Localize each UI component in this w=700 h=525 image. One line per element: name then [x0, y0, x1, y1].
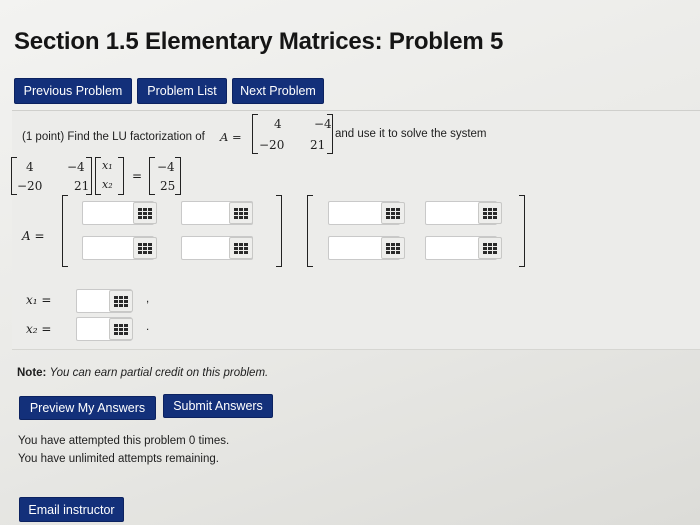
vector-x-left-bracket	[95, 157, 101, 195]
vector-b1: −4	[157, 160, 175, 174]
matrix-a-21: −20	[259, 138, 285, 152]
vector-x1: x₁	[102, 159, 113, 172]
vector-b-right-bracket	[175, 157, 181, 195]
matrix-a-right-bracket	[327, 114, 333, 154]
page-title: Section 1.5 Elementary Matrices: Problem…	[14, 28, 504, 55]
x2-label: x₂ =	[26, 322, 52, 336]
x1-comma: ,	[146, 293, 150, 305]
l-11-matrix-icon[interactable]	[133, 202, 157, 224]
system-matrix-21: −20	[17, 179, 43, 193]
x2-matrix-icon[interactable]	[109, 318, 133, 340]
l-21-matrix-icon[interactable]	[133, 237, 157, 259]
vector-x-right-bracket	[118, 157, 124, 195]
matrix-a-label: A =	[220, 130, 242, 144]
note: Note: You can earn partial credit on thi…	[17, 367, 268, 379]
system-matrix-right-bracket	[86, 157, 92, 195]
email-instructor-button[interactable]: Email instructor	[19, 497, 124, 522]
problem-intro: (1 point) Find the LU factorization of	[22, 131, 205, 143]
u-22-matrix-icon[interactable]	[478, 237, 502, 259]
vector-x2: x₂	[102, 178, 113, 191]
l-22-matrix-icon[interactable]	[229, 237, 253, 259]
l-matrix-right-bracket	[276, 195, 282, 267]
u-matrix-right-bracket	[519, 195, 525, 267]
system-matrix-11: 4	[26, 160, 34, 174]
note-text: You can earn partial credit on this prob…	[49, 367, 269, 379]
u-11-matrix-icon[interactable]	[381, 202, 405, 224]
u-12-matrix-icon[interactable]	[478, 202, 502, 224]
preview-answers-button[interactable]: Preview My Answers	[19, 396, 156, 420]
note-label: Note:	[17, 367, 47, 379]
x2-period: .	[146, 321, 150, 333]
matrix-a-22: 21	[310, 138, 326, 152]
remaining-status: You have unlimited attempts remaining.	[18, 453, 219, 465]
l-matrix-left-bracket	[62, 195, 68, 267]
x1-matrix-icon[interactable]	[109, 290, 133, 312]
attempts-status: You have attempted this problem 0 times.	[18, 435, 230, 447]
matrix-a-left-bracket	[252, 114, 258, 154]
x1-label: x₁ =	[26, 293, 52, 307]
next-problem-button[interactable]: Next Problem	[232, 78, 324, 104]
matrix-a-11: 4	[274, 117, 282, 131]
problem-suffix: and use it to solve the system	[335, 128, 487, 140]
vector-b2: 25	[160, 179, 176, 193]
problem-panel: (1 point) Find the LU factorization of A…	[11, 110, 700, 350]
l-12-matrix-icon[interactable]	[229, 202, 253, 224]
vector-b-left-bracket	[149, 157, 155, 195]
previous-problem-button[interactable]: Previous Problem	[14, 78, 132, 104]
system-matrix-12: −4	[67, 160, 85, 174]
lu-a-label: A =	[22, 229, 45, 243]
system-equals: =	[132, 169, 143, 183]
problem-list-button[interactable]: Problem List	[137, 78, 227, 104]
u-matrix-left-bracket	[307, 195, 313, 267]
u-21-matrix-icon[interactable]	[381, 237, 405, 259]
submit-answers-button[interactable]: Submit Answers	[163, 394, 273, 418]
